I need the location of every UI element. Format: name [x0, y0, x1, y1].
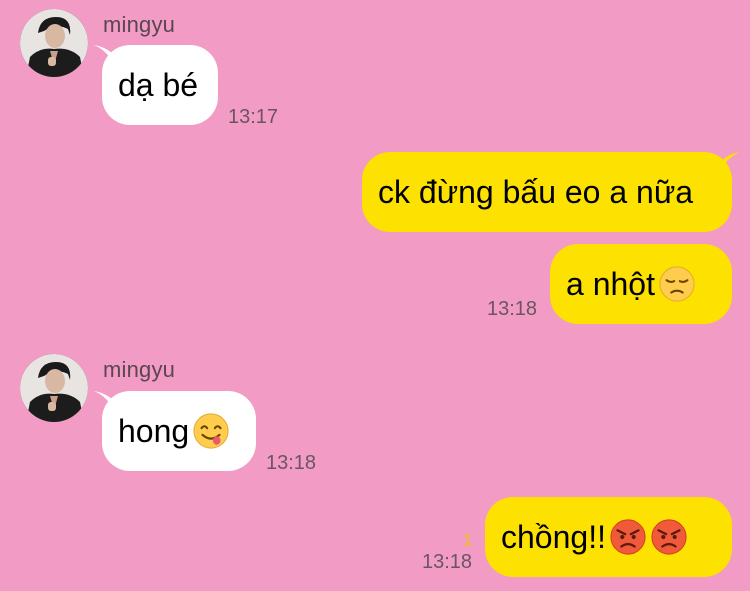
message-text: chồng!!	[501, 518, 606, 555]
avatar[interactable]	[20, 9, 88, 77]
angry-face-icon	[610, 519, 646, 555]
yum-face-icon	[193, 413, 229, 449]
bubble-tail	[94, 45, 114, 65]
bubble-tail	[720, 152, 740, 172]
message-timestamp: 13:18	[422, 551, 473, 573]
avatar[interactable]	[20, 354, 88, 422]
angry-face-icon	[651, 519, 687, 555]
message-timestamp: 13:18	[266, 452, 317, 474]
message-text: ck đừng bấu eo a nữa	[378, 173, 694, 210]
pensive-face-icon	[659, 266, 695, 302]
message-bubble[interactable]: dạ bé	[102, 45, 218, 125]
message-bubble[interactable]: hong	[102, 391, 256, 471]
message-text: a nhột	[566, 265, 655, 302]
message-bubble[interactable]: ck đừng bấu eo a nữa	[362, 152, 732, 232]
sender-name: mingyu	[103, 357, 176, 382]
unread-count: 1	[463, 530, 473, 549]
message-timestamp: 13:17	[228, 106, 279, 128]
message-bubble[interactable]: a nhột	[550, 244, 732, 324]
message-bubble[interactable]: chồng!!	[485, 497, 732, 577]
chat-thread: mingyu dạ bé 13:17 ck đừng bấu eo a nữa …	[0, 0, 750, 591]
message-timestamp: 13:18	[487, 298, 538, 320]
message-text: hong	[118, 412, 190, 449]
message-text: dạ bé	[118, 66, 199, 103]
sender-name: mingyu	[103, 12, 176, 37]
bubble-tail	[94, 391, 114, 411]
